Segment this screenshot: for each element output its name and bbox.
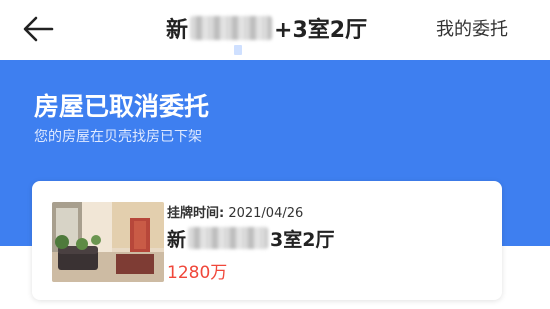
listing-title-suffix: 3室2厅	[270, 228, 335, 251]
title-prefix: 新	[166, 18, 189, 43]
listing-time-value: 2021/04/26	[228, 206, 304, 221]
page-title: 新 +3室2厅	[166, 13, 367, 43]
top-navigation-bar: 新 +3室2厅 我的委托	[0, 0, 550, 60]
listing-photo	[52, 202, 164, 282]
listing-title-prefix: 新	[167, 228, 187, 251]
title-indicator	[234, 45, 242, 55]
my-commission-link[interactable]: 我的委托	[436, 15, 508, 41]
blurred-community-name	[190, 16, 273, 40]
listing-time-label: 挂牌时间:	[167, 206, 225, 221]
back-button[interactable]	[20, 14, 56, 44]
listing-time: 挂牌时间: 2021/04/26	[167, 202, 303, 221]
listing-price: 1280万	[167, 263, 228, 283]
status-title: 房屋已取消委托	[34, 92, 210, 121]
title-suffix: +3室2厅	[274, 18, 368, 43]
blurred-listing-name	[188, 227, 269, 249]
status-subtitle: 您的房屋在贝壳找房已下架	[34, 129, 202, 145]
back-arrow-icon	[23, 16, 54, 42]
listing-title: 新 3室2厅	[167, 225, 334, 251]
listing-card[interactable]: 挂牌时间: 2021/04/26 新 3室2厅 1280万	[32, 181, 502, 300]
